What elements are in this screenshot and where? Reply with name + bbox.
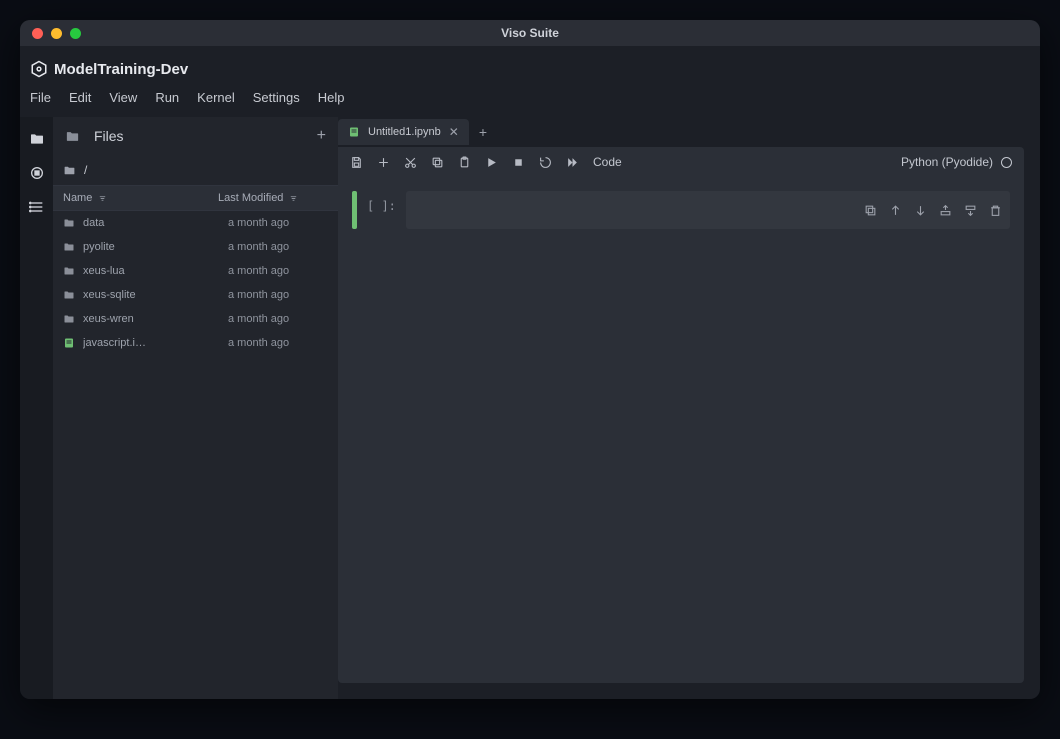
tab-active[interactable]: Untitled1.ipynb ✕ xyxy=(338,119,469,145)
menu-edit[interactable]: Edit xyxy=(69,90,91,105)
folder-activity-icon[interactable] xyxy=(29,131,45,147)
tab-bar: Untitled1.ipynb ✕ + xyxy=(338,117,1024,147)
minimize-window-button[interactable] xyxy=(51,28,62,39)
paste-icon[interactable] xyxy=(458,156,471,169)
tab-label: Untitled1.ipynb xyxy=(368,126,441,138)
file-name: data xyxy=(83,217,220,229)
folder-icon xyxy=(63,289,75,301)
cell-actions xyxy=(864,204,1002,217)
sidebar-title-group: Files xyxy=(65,128,124,144)
file-name: xeus-wren xyxy=(83,313,220,325)
run-icon[interactable] xyxy=(485,156,498,169)
menu-file[interactable]: File xyxy=(30,90,51,105)
menu-settings[interactable]: Settings xyxy=(253,90,300,105)
file-list: dataa month agopyolitea month agoxeus-lu… xyxy=(53,211,338,699)
folder-icon xyxy=(63,241,75,253)
add-tab-button[interactable]: + xyxy=(469,124,497,140)
file-row[interactable]: javascript.i… a month ago xyxy=(53,331,338,355)
stop-icon[interactable] xyxy=(512,156,525,169)
workspace-icon xyxy=(30,60,48,78)
sidebar-title: Files xyxy=(94,128,124,144)
window-controls xyxy=(20,28,81,39)
close-tab-button[interactable]: ✕ xyxy=(449,125,459,139)
sort-icon xyxy=(98,194,107,203)
file-browser-sidebar: Files + / Name Last Modified data a month… xyxy=(53,117,338,699)
titlebar-title: Viso Suite xyxy=(20,26,1040,40)
code-cell[interactable]: [ ]: xyxy=(352,191,1010,229)
menubar: File Edit View Run Kernel Settings Help xyxy=(30,78,1030,117)
insert-cell-icon[interactable] xyxy=(377,156,390,169)
cell-input-area[interactable] xyxy=(406,191,1010,229)
menu-view[interactable]: View xyxy=(109,90,137,105)
insert-below-icon[interactable] xyxy=(964,204,977,217)
app-window: Viso Suite ModelTraining-Dev File Edit V… xyxy=(20,20,1040,699)
kernel-status-icon xyxy=(1001,157,1012,168)
file-modified: a month ago xyxy=(228,265,328,277)
file-modified: a month ago xyxy=(228,289,328,301)
kernel-name: Python (Pyodide) xyxy=(901,155,993,169)
cell-active-bar xyxy=(352,191,357,229)
move-up-icon[interactable] xyxy=(889,204,902,217)
folder-icon xyxy=(63,313,75,325)
file-name: pyolite xyxy=(83,241,220,253)
file-columns-header: Name Last Modified xyxy=(53,185,338,211)
notebook-body: [ ]: xyxy=(338,177,1024,683)
insert-above-icon[interactable] xyxy=(939,204,952,217)
new-launcher-button[interactable]: + xyxy=(317,127,326,145)
cell-type-selector[interactable]: Code xyxy=(593,155,622,169)
menu-kernel[interactable]: Kernel xyxy=(197,90,235,105)
activity-bar xyxy=(20,117,53,699)
col-modified[interactable]: Last Modified xyxy=(218,192,328,204)
copy-icon[interactable] xyxy=(431,156,444,169)
menu-help[interactable]: Help xyxy=(318,90,345,105)
breadcrumb-path: / xyxy=(84,163,87,177)
file-row[interactable]: pyolite a month ago xyxy=(53,235,338,259)
notebook-toolbar: Code Python (Pyodide) xyxy=(338,147,1024,177)
notebook-icon xyxy=(348,126,360,138)
file-row[interactable]: xeus-sqlite a month ago xyxy=(53,283,338,307)
file-name: javascript.i… xyxy=(83,337,220,349)
folder-icon xyxy=(63,217,75,229)
file-modified: a month ago xyxy=(228,337,328,349)
move-down-icon[interactable] xyxy=(914,204,927,217)
notebook-panel: Code Python (Pyodide) [ ]: xyxy=(338,147,1024,683)
maximize-window-button[interactable] xyxy=(70,28,81,39)
folder-icon xyxy=(65,129,80,144)
kernel-indicator[interactable]: Python (Pyodide) xyxy=(901,155,1012,169)
file-row[interactable]: data a month ago xyxy=(53,211,338,235)
sidebar-header: Files + xyxy=(53,117,338,155)
col-name[interactable]: Name xyxy=(63,192,218,204)
folder-icon xyxy=(63,265,75,277)
sort-icon xyxy=(289,194,298,203)
body: Files + / Name Last Modified data a month… xyxy=(20,117,1040,699)
cell-prompt: [ ]: xyxy=(367,191,396,213)
file-modified: a month ago xyxy=(228,313,328,325)
file-name: xeus-sqlite xyxy=(83,289,220,301)
file-row[interactable]: xeus-wren a month ago xyxy=(53,307,338,331)
header: ModelTraining-Dev File Edit View Run Ker… xyxy=(20,46,1040,117)
restart-icon[interactable] xyxy=(539,156,552,169)
titlebar: Viso Suite xyxy=(20,20,1040,46)
run-all-icon[interactable] xyxy=(566,156,579,169)
workspace-indicator[interactable]: ModelTraining-Dev xyxy=(30,60,1030,78)
folder-icon xyxy=(63,164,76,177)
breadcrumb[interactable]: / xyxy=(53,155,338,185)
workspace-name: ModelTraining-Dev xyxy=(54,61,188,78)
file-row[interactable]: xeus-lua a month ago xyxy=(53,259,338,283)
delete-cell-icon[interactable] xyxy=(989,204,1002,217)
file-name: xeus-lua xyxy=(83,265,220,277)
file-modified: a month ago xyxy=(228,241,328,253)
menu-run[interactable]: Run xyxy=(155,90,179,105)
cut-icon[interactable] xyxy=(404,156,417,169)
toc-activity-icon[interactable] xyxy=(29,199,45,215)
notebook-icon xyxy=(63,337,75,349)
duplicate-cell-icon[interactable] xyxy=(864,204,877,217)
running-activity-icon[interactable] xyxy=(29,165,45,181)
file-modified: a month ago xyxy=(228,217,328,229)
save-icon[interactable] xyxy=(350,156,363,169)
close-window-button[interactable] xyxy=(32,28,43,39)
main-area: Untitled1.ipynb ✕ + Code xyxy=(338,117,1040,699)
